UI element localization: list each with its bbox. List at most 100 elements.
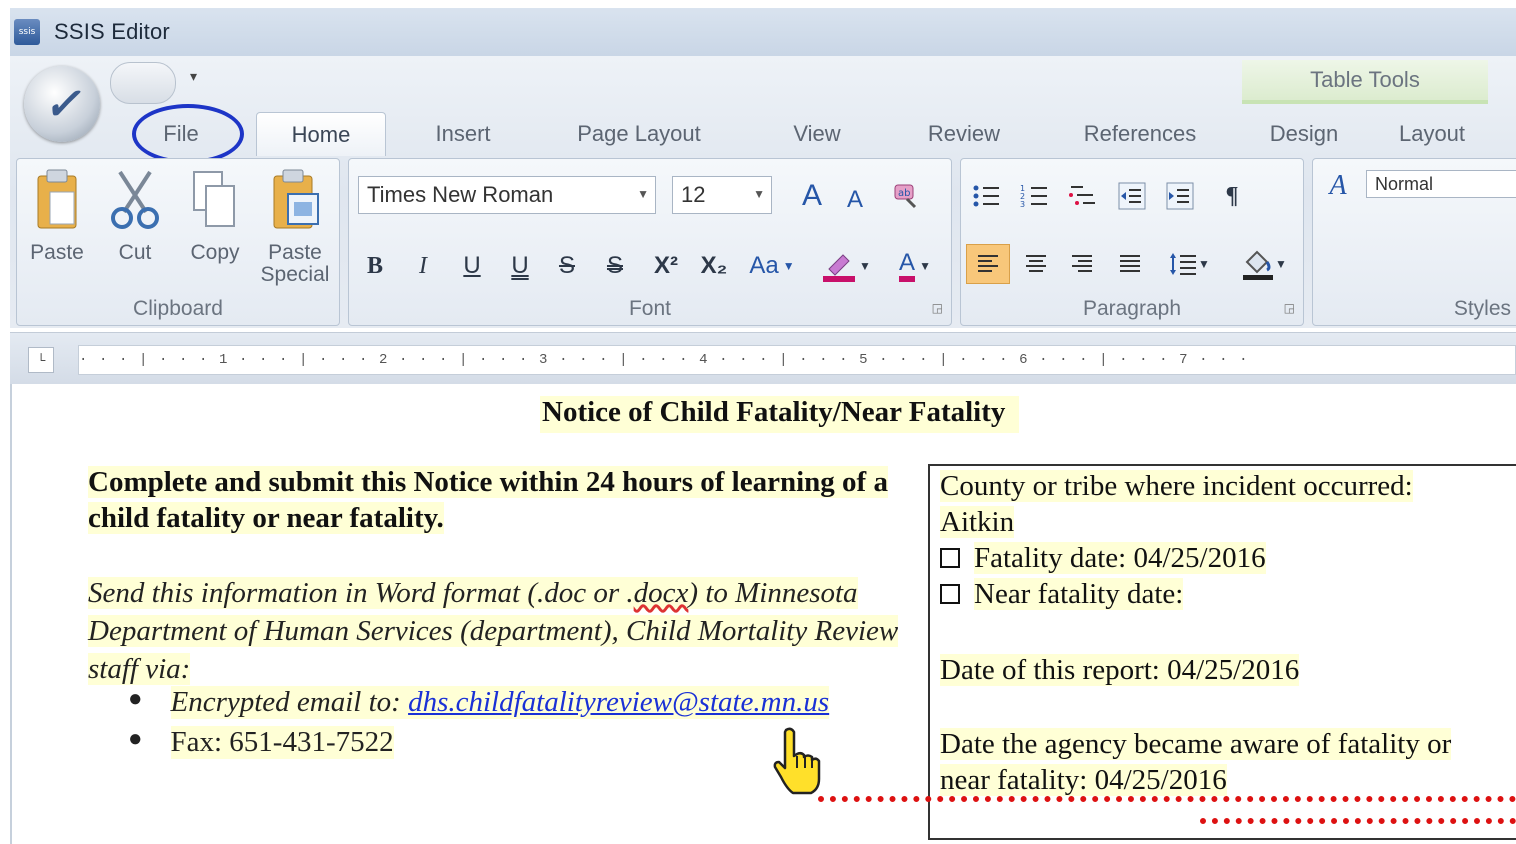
horizontal-ruler[interactable]: · · · | · · · 1 · · · | · · · 2 · · · | … [78, 345, 1516, 375]
fatality-checkbox[interactable] [940, 548, 960, 568]
lead-paragraph: Complete and submit this Notice within 2… [88, 464, 928, 536]
app-icon: ssis [14, 19, 40, 45]
copy-icon [180, 166, 250, 232]
tab-layout[interactable]: Layout [1382, 112, 1482, 156]
copy-button[interactable]: Copy [180, 166, 250, 264]
svg-text:3: 3 [1020, 200, 1025, 209]
clear-formatting-icon[interactable]: ab [886, 176, 926, 216]
instruction-paragraph: Send this information in Word format (.d… [88, 574, 918, 688]
tab-view[interactable]: View [776, 112, 858, 156]
show-formatting-button[interactable]: ¶ [1212, 176, 1252, 216]
fax-text: Fax: 651-431-7522 [170, 726, 394, 759]
decrease-indent-icon[interactable] [1112, 176, 1152, 216]
instruction-text-1: Send this information in Word format (.d… [88, 577, 634, 609]
tab-review[interactable]: Review [914, 112, 1014, 156]
bold-button[interactable]: B [358, 246, 392, 286]
report-date: Date of this report: 04/25/2016 [940, 654, 1300, 686]
shrink-font-button[interactable]: A [838, 180, 872, 220]
font-dialog-launcher-icon[interactable]: ◲ [932, 301, 943, 315]
tab-references[interactable]: References [1070, 112, 1210, 156]
justify-icon[interactable] [1110, 244, 1150, 284]
font-size-combo[interactable]: 12 ▼ [672, 176, 772, 214]
ruler: └ · · · | · · · 1 · · · | · · · 2 · · · … [10, 332, 1516, 384]
align-left-icon[interactable] [966, 244, 1010, 284]
chevron-down-icon[interactable]: ▼ [753, 187, 765, 201]
chevron-down-icon[interactable]: ▼ [783, 259, 795, 273]
bullets-icon[interactable] [966, 176, 1006, 216]
highlighter-icon [823, 254, 856, 282]
paste-special-icon [260, 166, 330, 232]
paste-special-button[interactable]: Paste Special [260, 166, 330, 286]
svg-text:ab: ab [898, 188, 910, 199]
near-fatality-checkbox[interactable] [940, 584, 960, 604]
cut-label: Cut [118, 241, 152, 264]
font-color-label: A [899, 250, 916, 282]
cut-button[interactable]: Cut [100, 166, 170, 264]
paste-label: Paste [30, 241, 84, 264]
numbering-icon[interactable]: 123 [1014, 176, 1054, 216]
email-prefix: Encrypted email to: [170, 686, 409, 718]
highlight-color-button[interactable]: ▼ [814, 246, 878, 286]
double-underline-button[interactable]: U [502, 246, 538, 286]
tab-selector-icon[interactable]: └ [28, 347, 54, 373]
chevron-down-icon[interactable]: ▼ [637, 187, 649, 201]
styles-group-label: Styles [1453, 297, 1511, 320]
grow-font-button[interactable]: A [792, 176, 832, 216]
style-value: Normal [1375, 173, 1434, 194]
incident-info-box: County or tribe where incident occurred:… [928, 464, 1516, 840]
aware-date-line-2: near fatality: 04/25/2016 [940, 764, 1227, 796]
font-name-combo[interactable]: Times New Roman ▼ [358, 176, 656, 214]
change-case-label: Aa [749, 252, 779, 279]
paste-special-label-1: Paste [268, 241, 322, 264]
paste-icon [22, 166, 92, 232]
paragraph-dialog-launcher-icon[interactable]: ◲ [1284, 301, 1295, 315]
chevron-down-icon[interactable]: ▼ [919, 259, 931, 273]
align-right-icon[interactable] [1062, 244, 1102, 284]
multilevel-list-icon[interactable] [1062, 176, 1102, 216]
document-title: Notice of Child Fatality/Near Fatality [540, 396, 1020, 433]
change-case-button[interactable]: Aa ▼ [740, 246, 804, 286]
italic-button[interactable]: I [406, 246, 440, 286]
quick-access-dropdown-icon[interactable]: ▾ [190, 68, 197, 85]
superscript-button[interactable]: X² [646, 246, 686, 286]
aware-date-line-1: Date the agency became aware of fatality… [940, 728, 1452, 760]
style-combo[interactable]: Normal [1366, 170, 1516, 198]
list-item: ● Encrypted email to: dhs.childfatalityr… [128, 686, 830, 719]
docx-word: docx [633, 577, 689, 609]
email-link[interactable]: dhs.childfatalityreview@state.mn.us [408, 686, 829, 718]
chevron-down-icon[interactable]: ▼ [1275, 257, 1287, 271]
county-label: County or tribe where incident occurred: [940, 470, 1413, 502]
document-page[interactable]: Notice of Child Fatality/Near Fatality C… [10, 384, 1516, 844]
tab-design[interactable]: Design [1254, 112, 1354, 156]
chevron-down-icon[interactable]: ▼ [859, 259, 871, 273]
tab-home[interactable]: Home [256, 112, 386, 156]
subscript-button[interactable]: X₂ [694, 246, 734, 286]
application-orb-icon[interactable]: ✓ [24, 66, 100, 142]
copy-label: Copy [190, 241, 240, 264]
font-size-value: 12 [681, 182, 706, 207]
quick-access-toolbar[interactable] [110, 62, 176, 104]
style-brush-icon[interactable]: A [1318, 166, 1358, 206]
increase-indent-icon[interactable] [1160, 176, 1200, 216]
title-bar: ssis SSIS Editor [10, 8, 1516, 56]
hand-cursor-icon [770, 726, 830, 801]
tab-page-layout[interactable]: Page Layout [564, 112, 714, 156]
window-title: SSIS Editor [54, 19, 170, 44]
shading-button[interactable]: ▼ [1232, 244, 1296, 284]
fatality-date: Fatality date: 04/25/2016 [974, 542, 1266, 574]
line-spacing-button[interactable]: ▼ [1156, 244, 1222, 284]
bullet-icon: ● [128, 686, 143, 712]
list-item: ● Fax: 651-431-7522 [128, 726, 394, 759]
chevron-down-icon[interactable]: ▼ [1198, 257, 1210, 271]
paste-button[interactable]: Paste [22, 166, 92, 264]
font-color-button[interactable]: A ▼ [884, 246, 946, 286]
align-center-icon[interactable] [1016, 244, 1056, 284]
paragraph-group-label: Paragraph [1082, 297, 1182, 320]
strikethrough-button[interactable]: S [550, 246, 584, 286]
underline-button[interactable]: U [454, 246, 490, 286]
double-strikethrough-button[interactable]: S [598, 246, 632, 286]
clipboard-group-label: Clipboard [133, 297, 223, 320]
paste-special-label-2: Special [260, 263, 330, 286]
tab-insert[interactable]: Insert [420, 112, 506, 156]
table-tools-header: Table Tools [1242, 60, 1488, 104]
